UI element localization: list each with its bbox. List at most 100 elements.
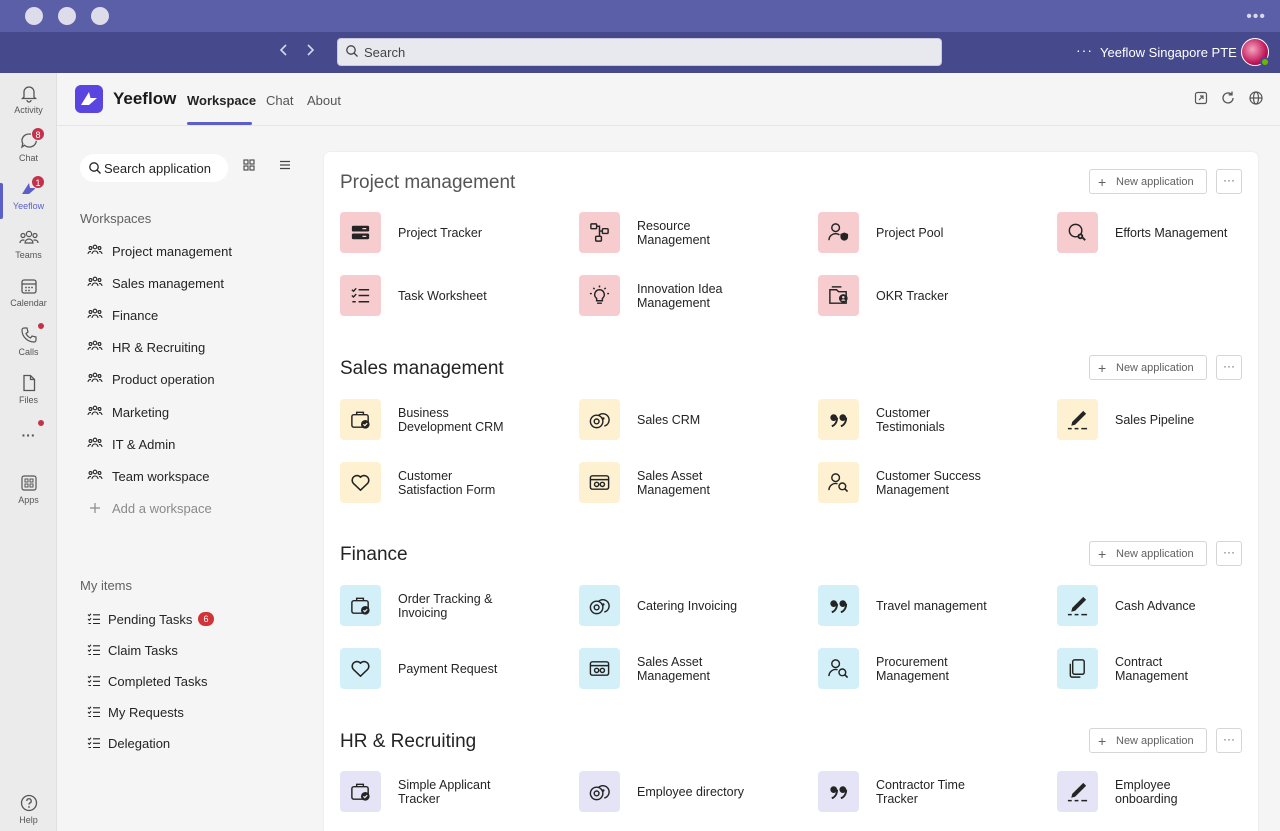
window-minimize-button[interactable]: [58, 7, 76, 25]
app-tile: [579, 275, 620, 316]
popout-icon[interactable]: [1193, 90, 1209, 106]
my-item-label: Claim Tasks: [108, 643, 178, 658]
workspace-sidebar: Search application Workspaces Project ma…: [57, 126, 323, 831]
pen-sign-icon: [1067, 596, 1088, 616]
app-card[interactable]: Innovation Idea Management: [579, 275, 809, 317]
app-card[interactable]: Contract Management: [1057, 648, 1258, 690]
app-label: Efforts Management: [1115, 225, 1228, 240]
window-maximize-button[interactable]: [91, 7, 109, 25]
new-application-button[interactable]: + New application: [1089, 355, 1207, 380]
app-card[interactable]: Project Tracker: [340, 212, 570, 254]
section-more-button[interactable]: ···: [1216, 169, 1242, 194]
app-card[interactable]: Efforts Management: [1057, 212, 1258, 254]
org-name[interactable]: Yeeflow Singapore PTE: [1100, 45, 1237, 60]
plus-icon: [90, 503, 100, 513]
app-card[interactable]: Travel management: [818, 585, 1048, 627]
my-item-label: Delegation: [108, 736, 171, 751]
rail-item-more[interactable]: ···: [0, 420, 57, 473]
forward-arrow-icon[interactable]: [300, 41, 320, 62]
lightbulb-icon: [589, 285, 610, 304]
app-card[interactable]: Customer Satisfaction Form: [340, 462, 570, 504]
rail-item-activity[interactable]: Activity: [0, 83, 57, 131]
plus-icon: +: [1098, 546, 1107, 562]
app-tile: [1057, 648, 1098, 689]
rail-item-chat[interactable]: 8 Chat: [0, 127, 57, 179]
tab-about[interactable]: About: [307, 93, 341, 108]
app-card[interactable]: Sales Pipeline: [1057, 399, 1258, 441]
window-close-button[interactable]: [25, 7, 43, 25]
workspace-label: Finance: [112, 308, 159, 323]
workspace-label: IT & Admin: [112, 437, 176, 452]
tab-chat[interactable]: Chat: [266, 93, 293, 108]
section-more-button[interactable]: ···: [1216, 728, 1242, 753]
rail-item-calendar[interactable]: Calendar: [0, 276, 57, 324]
app-card[interactable]: Simple Applicant Tracker: [340, 771, 570, 813]
rail-label: Calls: [18, 347, 39, 357]
app-label: Customer Satisfaction Form: [398, 468, 496, 497]
refresh-icon[interactable]: [1220, 90, 1236, 106]
plus-icon: +: [1098, 733, 1107, 749]
app-card[interactable]: Task Worksheet: [340, 275, 570, 317]
application-search-input[interactable]: Search application: [80, 154, 228, 182]
tab-workspace[interactable]: Workspace: [187, 93, 256, 108]
help-icon: [20, 794, 37, 812]
new-application-button[interactable]: + New application: [1089, 169, 1207, 194]
app-card[interactable]: Procurement Management: [818, 648, 1048, 690]
app-card[interactable]: OKR Tracker: [818, 275, 1048, 317]
section-more-button[interactable]: ···: [1216, 355, 1242, 380]
app-card[interactable]: Sales Asset Management: [579, 462, 809, 504]
app-label: Travel management: [876, 598, 987, 613]
section-more-button[interactable]: ···: [1216, 541, 1242, 566]
window-more-icon[interactable]: •••: [1246, 8, 1266, 26]
grid-view-icon[interactable]: [243, 159, 255, 171]
app-card[interactable]: Resource Management: [579, 212, 809, 254]
briefcase-check-icon: [351, 783, 370, 801]
add-workspace-label: Add a workspace: [112, 501, 212, 516]
global-search-input[interactable]: Search: [337, 38, 942, 66]
coins-icon: [589, 785, 610, 801]
more-options-icon[interactable]: ···: [1076, 42, 1093, 58]
app-label: Procurement Management: [876, 654, 949, 683]
rail-item-help[interactable]: Help: [0, 793, 57, 831]
new-application-button[interactable]: + New application: [1089, 728, 1207, 753]
app-card[interactable]: Catering Invoicing: [579, 585, 809, 627]
section-title-project-management: Project management: [340, 172, 516, 193]
app-card[interactable]: Sales Asset Management: [579, 648, 809, 690]
app-card[interactable]: Cash Advance: [1057, 585, 1258, 627]
workspace-label: Sales management: [112, 276, 225, 291]
yeeflow-unread-badge: 1: [31, 175, 45, 189]
app-card[interactable]: Contractor Time Tracker: [818, 771, 1048, 813]
rail-item-calls[interactable]: Calls: [0, 323, 57, 373]
app-card[interactable]: Business Development CRM: [340, 399, 570, 441]
app-card[interactable]: Employee directory: [579, 771, 809, 813]
list-view-icon[interactable]: [279, 159, 291, 171]
app-card[interactable]: Project Pool: [818, 212, 1048, 254]
search-icon: [89, 162, 101, 174]
rail-item-teams[interactable]: Teams: [0, 228, 57, 276]
new-application-button[interactable]: + New application: [1089, 541, 1207, 566]
my-item-label: Completed Tasks: [108, 674, 208, 689]
team-icon: [87, 437, 103, 448]
globe-icon[interactable]: [1248, 90, 1264, 106]
search-icon: [346, 45, 358, 57]
rail-item-yeeflow[interactable]: 1 Yeeflow: [0, 175, 57, 227]
top-bar: Search ··· Yeeflow Singapore PTE: [0, 32, 1280, 73]
app-label: Order Tracking & Invoicing: [398, 591, 493, 620]
app-card[interactable]: Customer Testimonials: [818, 399, 1048, 441]
pen-sign-icon: [1067, 410, 1088, 430]
app-card[interactable]: Sales CRM: [579, 399, 809, 441]
quote-icon: [830, 600, 848, 614]
applications-panel: Project management + New application ··· …: [324, 152, 1258, 831]
global-search-placeholder: Search: [364, 45, 406, 60]
apps-icon: [20, 475, 37, 491]
app-card[interactable]: Employee onboarding: [1057, 771, 1258, 813]
app-card[interactable]: Payment Request: [340, 648, 570, 690]
app-card[interactable]: Customer Success Management: [818, 462, 1048, 504]
rail-item-files[interactable]: Files: [0, 373, 57, 421]
team-icon: [87, 469, 103, 480]
rail-item-apps[interactable]: Apps: [0, 473, 57, 521]
back-arrow-icon[interactable]: [274, 41, 294, 62]
brand-name: Yeeflow: [113, 89, 177, 108]
user-avatar[interactable]: [1241, 38, 1270, 67]
app-card[interactable]: Order Tracking & Invoicing: [340, 585, 570, 627]
